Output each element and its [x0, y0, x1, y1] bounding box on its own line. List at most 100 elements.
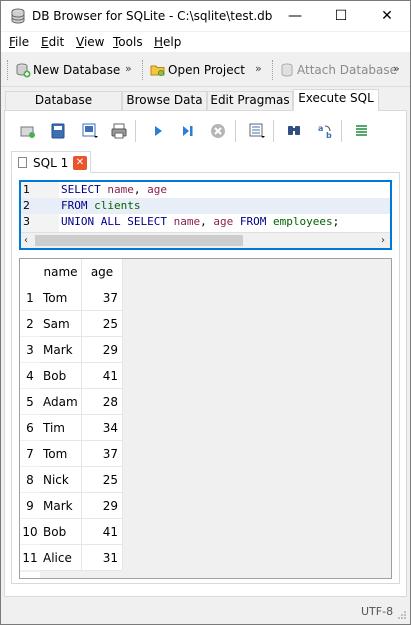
line-number: 2 [23, 199, 30, 212]
scroll-left-arrow[interactable]: ‹ [24, 235, 28, 246]
minimize-button[interactable]: — [272, 1, 318, 31]
cell-age[interactable]: 29 [82, 493, 123, 519]
code-token: SELECT [61, 183, 101, 196]
open-sql-file-icon[interactable] [49, 122, 67, 140]
toolbar-separator [135, 120, 136, 142]
encoding-label: UTF-8 [361, 605, 394, 618]
editor-horizontal-scrollbar[interactable]: ‹ › [21, 232, 390, 248]
cell-name[interactable]: Tom [40, 285, 82, 311]
tab-browse-data[interactable]: Browse Data [122, 91, 207, 110]
menu-bar: File Edit View Tools Help [1, 32, 410, 52]
cell-age[interactable]: 34 [82, 415, 123, 441]
code-line[interactable]: 2 FROM clients [21, 198, 390, 214]
row-header[interactable]: 2 [20, 311, 40, 337]
maximize-button[interactable]: ☐ [318, 1, 364, 31]
code-token: FROM [239, 215, 267, 228]
sql-tab-label: SQL 1 [33, 156, 69, 170]
cell-age[interactable]: 31 [82, 545, 123, 571]
code-token: age [147, 183, 167, 196]
row-header[interactable]: 4 [20, 363, 40, 389]
row-header[interactable]: 6 [20, 415, 40, 441]
column-header-name[interactable]: name [40, 259, 82, 285]
column-header-age[interactable]: age [82, 259, 123, 285]
close-window-button[interactable]: ✕ [364, 1, 410, 31]
cell-name[interactable]: Nick [40, 467, 82, 493]
grid-corner[interactable] [20, 259, 40, 285]
resize-grip-icon[interactable] [397, 610, 407, 620]
execute-current-line-icon[interactable] [179, 122, 197, 140]
svg-text:a: a [318, 124, 323, 133]
toolbar-overflow-2[interactable]: » [255, 62, 262, 75]
row-header[interactable]: 5 [20, 389, 40, 415]
menu-file[interactable]: File [9, 35, 29, 49]
toolbar-overflow-3[interactable]: » [393, 62, 400, 75]
cell-name[interactable]: Adam [40, 389, 82, 415]
find-text-icon[interactable] [285, 122, 303, 140]
cell-name[interactable]: Mark [40, 493, 82, 519]
scrollbar-thumb[interactable] [35, 235, 243, 246]
toolbar-overflow-1[interactable]: » [125, 62, 132, 75]
save-results-view-icon[interactable] [248, 122, 266, 140]
toolbar-grip-3[interactable] [272, 60, 275, 80]
save-sql-file-icon[interactable] [81, 122, 99, 140]
row-header[interactable]: 1 [20, 285, 40, 311]
code-token: employees [272, 215, 333, 228]
execute-all-icon[interactable] [149, 122, 167, 140]
cell-name[interactable]: Bob [40, 363, 82, 389]
menu-help[interactable]: Help [154, 35, 181, 49]
row-header[interactable]: 3 [20, 337, 40, 363]
status-bar: UTF-8 [1, 598, 410, 624]
cell-age[interactable]: 37 [82, 285, 123, 311]
cell-age[interactable]: 41 [82, 363, 123, 389]
comment-lines-icon[interactable] [353, 122, 371, 140]
row-header[interactable]: 10 [20, 519, 40, 545]
line-number: 1 [23, 183, 30, 196]
cell-name[interactable]: Sam [40, 311, 82, 337]
toolbar-separator [235, 120, 236, 142]
menu-view[interactable]: View [76, 35, 104, 49]
print-icon[interactable] [110, 122, 128, 140]
sql-editor-tab[interactable]: SQL 1 ✕ [11, 151, 91, 173]
row-header[interactable]: 8 [20, 467, 40, 493]
cell-age[interactable]: 41 [82, 519, 123, 545]
results-grid[interactable]: name age 1 Tom 37 2 Sam 25 3 Mark 29 4 Bob 41 5 Adam 2… [19, 258, 392, 579]
close-tab-icon[interactable]: ✕ [73, 156, 87, 170]
find-replace-icon[interactable]: a b [317, 122, 335, 140]
cell-name[interactable]: Tom [40, 441, 82, 467]
row-header[interactable]: 7 [20, 441, 40, 467]
code-line[interactable]: 3 UNION ALL SELECT name, age FROM employe… [21, 214, 390, 230]
cell-age[interactable]: 25 [82, 467, 123, 493]
stop-execution-icon[interactable] [209, 122, 227, 140]
attach-database-icon [281, 63, 293, 77]
open-tab-icon[interactable] [19, 122, 37, 140]
code-line[interactable]: 1 SELECT name, age [21, 182, 390, 198]
toolbar-grip[interactable] [7, 60, 10, 80]
attach-database-button[interactable]: Attach Database [279, 59, 397, 81]
cell-name[interactable]: Mark [40, 337, 82, 363]
tab-execute-sql[interactable]: Execute SQL [293, 89, 379, 111]
row-header[interactable]: 11 [20, 545, 40, 571]
menu-tools[interactable]: Tools [113, 35, 143, 49]
sql-editor[interactable]: 1 SELECT name, age 2 FROM clients 3 UNION ALL… [19, 180, 392, 250]
code-token: ; [332, 215, 340, 228]
toolbar-grip-2[interactable] [142, 60, 145, 80]
menu-edit[interactable]: Edit [41, 35, 64, 49]
cell-name[interactable]: Tim [40, 415, 82, 441]
new-database-label: New Database [33, 63, 121, 77]
scroll-right-arrow[interactable]: › [381, 235, 385, 246]
code-text: FROM clients [61, 198, 140, 214]
cell-age[interactable]: 25 [82, 311, 123, 337]
new-database-button[interactable]: New Database [15, 59, 120, 81]
code-token: name [107, 183, 134, 196]
toolbar-separator [341, 120, 342, 142]
tab-edit-pragmas[interactable]: Edit Pragmas [207, 91, 293, 110]
row-header[interactable]: 9 [20, 493, 40, 519]
cell-name[interactable]: Bob [40, 519, 82, 545]
cell-age[interactable]: 28 [82, 389, 123, 415]
cell-age[interactable]: 29 [82, 337, 123, 363]
cell-age[interactable]: 37 [82, 441, 123, 467]
open-project-button[interactable]: Open Project [150, 59, 245, 81]
cell-name[interactable]: Alice [40, 545, 82, 571]
tab-database-structure[interactable]: Database Structure [5, 91, 122, 124]
